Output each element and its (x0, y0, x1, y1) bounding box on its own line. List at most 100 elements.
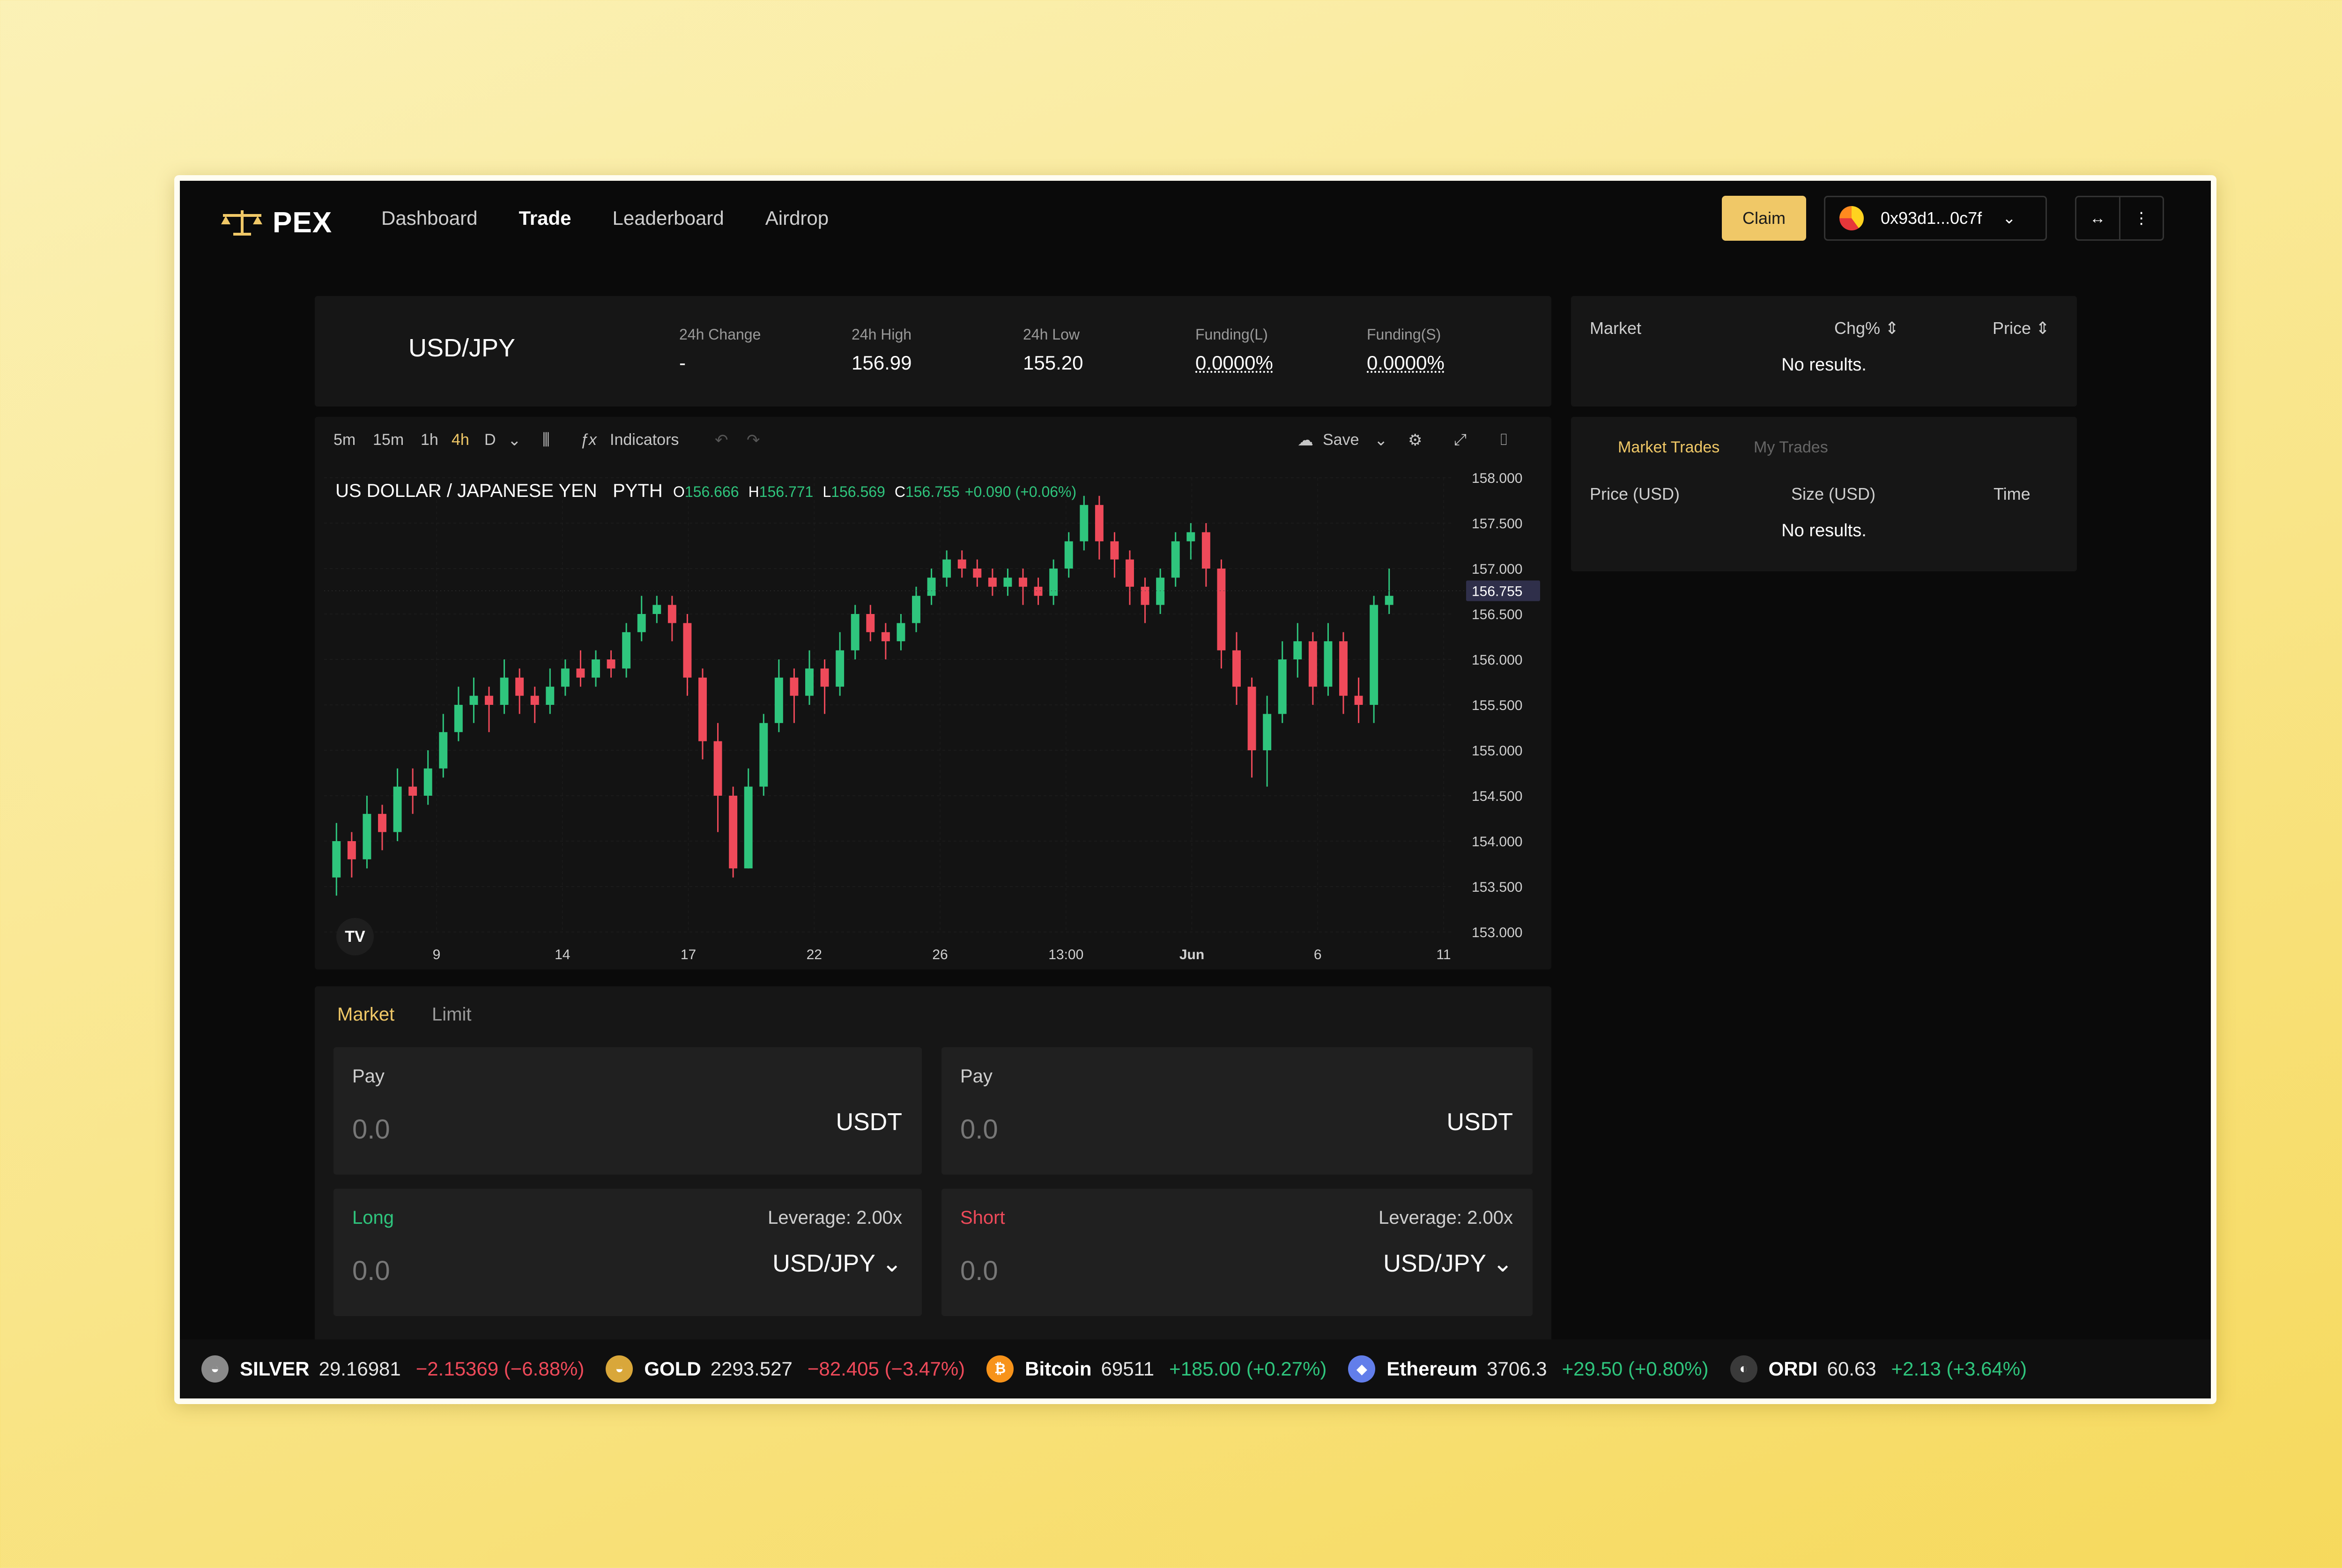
tradingview-logo-icon[interactable]: TV (336, 918, 374, 955)
candle (805, 650, 814, 705)
candle (530, 687, 539, 723)
candle (897, 614, 905, 651)
ticker-change: +2.13 (+3.64%) (1891, 1358, 2027, 1380)
tab-my-trades[interactable]: My Trades (1754, 438, 1828, 457)
nav-trade[interactable]: Trade (519, 207, 571, 229)
swap-arrows-icon[interactable]: ↔ (2076, 209, 2119, 228)
fullscreen-icon[interactable]: ⤢ (1454, 431, 1467, 449)
gold-coin-icon: ◒ (606, 1355, 633, 1383)
candle (1095, 496, 1104, 560)
time-tick-label: 26 (932, 947, 948, 962)
col-size: Size (USD) (1791, 484, 1876, 503)
stat-value[interactable]: 0.0000% (1195, 352, 1273, 374)
tab-limit[interactable]: Limit (432, 1004, 471, 1025)
chevron-down-icon[interactable]: ⌄ (1374, 431, 1388, 450)
empty-message: No results. (1781, 521, 1867, 540)
candle (1324, 623, 1333, 696)
ticker-item[interactable]: ◒ SILVER 29.16981 −2.15369 (−6.88%) (201, 1355, 584, 1383)
long-pay-field[interactable]: Pay 0.0 USDT (334, 1047, 922, 1175)
ticker-price: 2293.527 (710, 1358, 793, 1380)
function-icon[interactable]: ƒx (580, 431, 597, 449)
candle (607, 650, 615, 678)
nav-dashboard[interactable]: Dashboard (381, 207, 477, 229)
candlestick-plot[interactable]: 158.000 157.500 157.000 156.500 156.000 155.5… (315, 464, 1551, 969)
leverage-label[interactable]: Leverage: 2.00x (768, 1207, 902, 1228)
candle (988, 569, 997, 596)
candle (1308, 632, 1317, 705)
candle (1370, 596, 1379, 723)
tab-market-trades[interactable]: Market Trades (1618, 438, 1719, 457)
pay-unit: USDT (836, 1109, 902, 1136)
col-market[interactable]: Market (1590, 318, 1641, 338)
stat-value: - (679, 352, 686, 374)
timeframe-4h[interactable]: 4h (452, 431, 469, 449)
ticker-item[interactable]: ◆ Ethereum 3706.3 +29.50 (+0.80%) (1348, 1355, 1709, 1383)
undo-icon[interactable]: ↶ (715, 431, 728, 450)
ticker-item[interactable]: ◒ GOLD 2293.527 −82.405 (−3.47%) (606, 1355, 965, 1383)
candle (1263, 695, 1272, 787)
save-button[interactable]: Save (1323, 431, 1359, 449)
candle (652, 596, 661, 623)
short-position-field[interactable]: Short Leverage: 2.00x 0.0 USD/JPY ⌄ (941, 1189, 1533, 1316)
tab-market[interactable]: Market (337, 1004, 394, 1025)
chevron-down-icon[interactable]: ⌄ (508, 431, 521, 450)
ticker-price: 3706.3 (1487, 1358, 1547, 1380)
claim-button[interactable]: Claim (1722, 196, 1806, 241)
col-price[interactable]: Price ⇕ (1993, 318, 2050, 338)
timeframe-5m[interactable]: 5m (334, 431, 356, 449)
long-position-field[interactable]: Long Leverage: 2.00x 0.0 USD/JPY ⌄ (334, 1189, 922, 1316)
stat-label: 24h Low (1023, 326, 1080, 343)
candle (1354, 677, 1363, 723)
candle (1201, 523, 1210, 587)
short-pair-select[interactable]: USD/JPY ⌄ (1383, 1250, 1513, 1278)
candle (1019, 569, 1027, 605)
pay-input[interactable]: 0.0 (352, 1114, 390, 1145)
candle (1186, 523, 1195, 560)
candle (1217, 559, 1226, 669)
candles-icon[interactable]: ⫼ (542, 431, 550, 449)
indicators-button[interactable]: Indicators (610, 431, 679, 449)
candle (774, 659, 783, 732)
leverage-label[interactable]: Leverage: 2.00x (1379, 1207, 1513, 1228)
short-pay-field[interactable]: Pay 0.0 USDT (941, 1047, 1533, 1175)
nav-leaderboard[interactable]: Leaderboard (613, 207, 724, 229)
brand-logo[interactable]: PEX (219, 205, 332, 240)
candle (1126, 550, 1134, 605)
candle (1049, 559, 1058, 605)
ticker-item[interactable]: ₿ Bitcoin 69511 +185.00 (+0.27%) (986, 1355, 1327, 1383)
short-size-input[interactable]: 0.0 (960, 1255, 998, 1287)
app-window: PEX Dashboard Trade Leaderboard Airdrop … (174, 175, 2216, 1404)
stat-label: 24h High (852, 326, 912, 343)
candle (592, 650, 600, 687)
col-price: Price (USD) (1590, 484, 1680, 503)
pair-title[interactable]: USD/JPY (408, 333, 515, 362)
long-pair-select[interactable]: USD/JPY ⌄ (772, 1250, 902, 1278)
last-price-label: 156.755 (1472, 584, 1522, 599)
pair-name: USD/JPY (772, 1250, 875, 1277)
stat-value[interactable]: 0.0000% (1367, 352, 1445, 374)
timeframe-1h[interactable]: 1h (421, 431, 438, 449)
wallet-button[interactable]: 0x93d1...0c7f ⌄ (1824, 196, 2047, 241)
timeframe-15m[interactable]: 15m (373, 431, 404, 449)
ticker-item[interactable]: ◐ ORDI 60.63 +2.13 (+3.64%) (1730, 1355, 2027, 1383)
price-tick-label: 153.000 (1472, 925, 1522, 940)
pay-unit: USDT (1446, 1109, 1513, 1136)
more-vertical-icon[interactable]: ⋮ (2120, 209, 2163, 228)
gear-icon[interactable]: ⚙ (1408, 431, 1422, 450)
long-size-input[interactable]: 0.0 (352, 1255, 390, 1287)
ticker-change: −82.405 (−3.47%) (807, 1358, 965, 1380)
price-tick-label: 155.500 (1472, 698, 1522, 713)
camera-icon[interactable]: ⌷ (1499, 431, 1508, 449)
scales-logo-icon (221, 210, 262, 236)
nav-airdrop[interactable]: Airdrop (765, 207, 829, 229)
candle (836, 632, 845, 696)
candle (1034, 577, 1043, 605)
candle (1156, 569, 1165, 614)
pay-input[interactable]: 0.0 (960, 1114, 998, 1145)
candle (698, 668, 707, 760)
timeframe-d[interactable]: D (484, 431, 496, 449)
candle (622, 623, 631, 678)
col-chg[interactable]: Chg% ⇕ (1834, 318, 1899, 338)
time-tick-label: 13:00 (1048, 947, 1083, 962)
redo-icon[interactable]: ↷ (747, 431, 760, 450)
